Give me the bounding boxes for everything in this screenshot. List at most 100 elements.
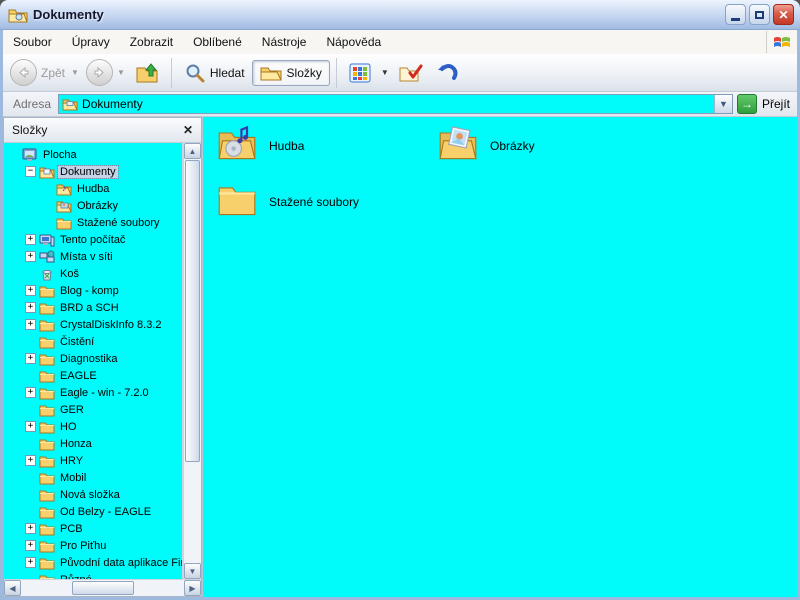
tree-item[interactable]: + HRY [4, 452, 182, 469]
maximize-button[interactable] [749, 4, 770, 25]
scroll-left-icon[interactable]: ◀ [4, 580, 21, 596]
folder-tile-label[interactable]: Obrázky [490, 139, 535, 153]
tree-item-label[interactable]: Hudba [75, 183, 111, 195]
tree-item[interactable]: + Diagnostika [4, 350, 182, 367]
folder-tile-label[interactable]: Stažené soubory [269, 195, 359, 209]
expand-plus-icon[interactable]: + [25, 302, 36, 313]
tree-item-label[interactable]: GER [58, 404, 86, 416]
tree-item-label[interactable]: Dokumenty [58, 166, 118, 178]
tree-item[interactable]: Mobil [4, 469, 182, 486]
tree-item-label[interactable]: HO [58, 421, 79, 433]
tree-item[interactable]: Obrázky [4, 197, 182, 214]
scroll-down-icon[interactable]: ▼ [184, 563, 201, 579]
folder-tile-label[interactable]: Hudba [269, 139, 304, 153]
expand-plus-icon[interactable]: + [25, 251, 36, 262]
tree-item-label[interactable]: Koš [58, 268, 81, 280]
tree-item[interactable]: Koš [4, 265, 182, 282]
back-button[interactable] [10, 59, 37, 86]
tree-item[interactable]: + Eagle - win - 7.2.0 [4, 384, 182, 401]
tree-item[interactable]: EAGLE [4, 367, 182, 384]
scroll-up-icon[interactable]: ▲ [184, 143, 201, 159]
tree-item[interactable]: Různé [4, 571, 182, 579]
forward-button[interactable] [86, 59, 113, 86]
folder-sync-button[interactable] [399, 63, 423, 83]
address-dropdown-button[interactable]: ▼ [714, 95, 732, 113]
tree-item-label[interactable]: Diagnostika [58, 353, 119, 365]
expand-plus-icon[interactable]: + [25, 387, 36, 398]
tree-item-label[interactable]: Honza [58, 438, 94, 450]
close-button[interactable]: ✕ [773, 4, 794, 25]
tree-item-label[interactable]: Stažené soubory [75, 217, 162, 229]
expand-plus-icon[interactable]: + [25, 353, 36, 364]
scroll-thumb[interactable] [72, 581, 134, 595]
tree-item[interactable]: + Místa v síti [4, 248, 182, 265]
tree-item[interactable]: Plocha [4, 146, 182, 163]
folder-tile[interactable]: Stažené soubory [217, 181, 359, 222]
tree-item-label[interactable]: HRY [58, 455, 85, 467]
tree-item-label[interactable]: Eagle - win - 7.2.0 [58, 387, 151, 399]
tree-item-label[interactable]: Čistění [58, 336, 96, 348]
tree-item[interactable]: + HO [4, 418, 182, 435]
tree-item-label[interactable]: Místa v síti [58, 251, 115, 263]
tree-item-label[interactable]: Pro Piťhu [58, 540, 108, 552]
scroll-right-icon[interactable]: ▶ [184, 580, 201, 596]
forward-dropdown-icon[interactable]: ▼ [117, 68, 125, 77]
tree-vertical-scrollbar[interactable]: ▲ ▼ [183, 143, 201, 579]
file-list-area[interactable]: Hudba Obrázky Stažené soubory [202, 117, 797, 597]
up-button[interactable] [135, 62, 159, 84]
tree-item[interactable]: GER [4, 401, 182, 418]
menu-item-oblibene[interactable]: Oblíbené [183, 31, 252, 53]
tree-item-label[interactable]: Nová složka [58, 489, 122, 501]
tree-item-label[interactable]: Od Belzy - EAGLE [58, 506, 153, 518]
menu-item-upravy[interactable]: Úpravy [62, 31, 120, 53]
address-input[interactable]: Dokumenty ▼ [58, 94, 733, 114]
tree-item[interactable]: ♪Hudba [4, 180, 182, 197]
tree-item[interactable]: Nová složka [4, 486, 182, 503]
tree-item[interactable]: Stažené soubory [4, 214, 182, 231]
tree-horizontal-scrollbar[interactable]: ◀ ▶ [4, 579, 201, 596]
tree-item-label[interactable]: BRD a SCH [58, 302, 121, 314]
tree-item-label[interactable]: Plocha [41, 149, 79, 161]
expand-plus-icon[interactable]: + [25, 540, 36, 551]
menu-item-nastroje[interactable]: Nástroje [252, 31, 317, 53]
menu-item-zobrazit[interactable]: Zobrazit [120, 31, 183, 53]
expand-plus-icon[interactable]: + [25, 557, 36, 568]
tree-item[interactable]: Čistění [4, 333, 182, 350]
folders-pane-close-icon[interactable]: ✕ [183, 123, 193, 137]
views-button[interactable] [349, 63, 371, 83]
tree-item-label[interactable]: Blog - komp [58, 285, 121, 297]
tree-item[interactable]: + Původní data aplikace Firefox [4, 554, 182, 571]
tree-item[interactable]: + Blog - komp [4, 282, 182, 299]
tree-item-label[interactable]: Tento počítač [58, 234, 127, 246]
go-button[interactable]: → Přejít [737, 94, 790, 114]
collapse-minus-icon[interactable]: − [25, 166, 36, 177]
back-dropdown-icon[interactable]: ▼ [71, 68, 79, 77]
expand-plus-icon[interactable]: + [25, 523, 36, 534]
tree-item[interactable]: Honza [4, 435, 182, 452]
folder-tile[interactable]: Hudba [217, 125, 304, 166]
scroll-thumb[interactable] [185, 160, 200, 462]
tree-item[interactable]: + Tento počítač [4, 231, 182, 248]
tree-item-label[interactable]: PCB [58, 523, 85, 535]
folder-tile[interactable]: Obrázky [438, 125, 535, 166]
tree-item[interactable]: +CrystalDiskInfo 8.3.2 [4, 316, 182, 333]
tree-item[interactable]: Od Belzy - EAGLE [4, 503, 182, 520]
title-bar[interactable]: Dokumenty ✕ [0, 0, 800, 30]
undo-button[interactable] [435, 62, 459, 84]
expand-plus-icon[interactable]: + [25, 234, 36, 245]
expand-plus-icon[interactable]: + [25, 319, 36, 330]
search-button[interactable]: Hledat [178, 60, 252, 86]
tree-item[interactable]: + PCB [4, 520, 182, 537]
tree-item[interactable]: + Pro Piťhu [4, 537, 182, 554]
tree-item-label[interactable]: Původní data aplikace Firefox [58, 557, 183, 569]
tree-item-label[interactable]: Obrázky [75, 200, 120, 212]
expand-plus-icon[interactable]: + [25, 421, 36, 432]
expand-plus-icon[interactable]: + [25, 285, 36, 296]
tree-item-label[interactable]: EAGLE [58, 370, 99, 382]
menu-item-soubor[interactable]: Soubor [3, 31, 62, 53]
expand-plus-icon[interactable]: + [25, 455, 36, 466]
menu-item-napoveda[interactable]: Nápověda [316, 31, 391, 53]
views-dropdown-icon[interactable]: ▼ [381, 68, 389, 77]
minimize-button[interactable] [725, 4, 746, 25]
tree-item[interactable]: + BRD a SCH [4, 299, 182, 316]
